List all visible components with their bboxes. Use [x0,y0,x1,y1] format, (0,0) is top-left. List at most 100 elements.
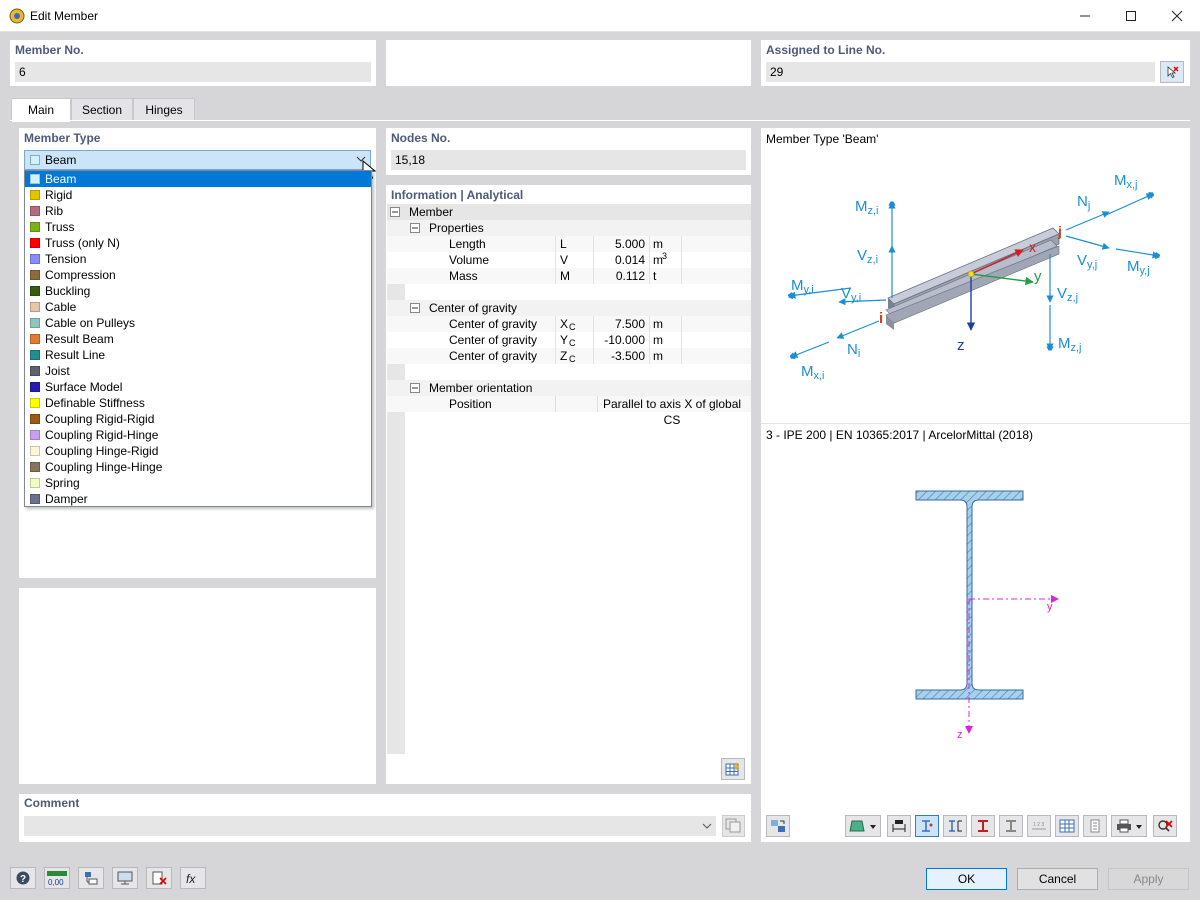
member-type-option[interactable]: Truss (only N) [25,235,371,251]
option-label: Tension [45,252,87,266]
member-type-option[interactable]: Rib [25,203,371,219]
display-mode-button[interactable] [845,815,881,837]
col-divider [555,268,556,284]
tab-hinges[interactable]: Hinges [133,98,195,120]
minimize-button[interactable] [1062,0,1108,32]
option-color-swatch [30,478,40,488]
info-table-button[interactable] [721,758,745,780]
member-type-option[interactable]: Beam [25,171,371,187]
assigned-line-field[interactable]: 29 [766,62,1155,82]
centroid-button[interactable] [943,815,967,837]
cog-row[interactable]: Center of gravity X C 7.500 m [387,316,751,332]
units-button[interactable]: 0,00 [44,867,70,889]
col-divider [593,348,594,364]
member-type-option[interactable]: Cable [25,299,371,315]
tab-main[interactable]: Main [11,98,71,122]
member-type-option[interactable]: Result Beam [25,331,371,347]
member-type-option[interactable]: Joist [25,363,371,379]
option-label: Coupling Hinge-Hinge [45,460,163,474]
property-row[interactable]: Length L 5.000 m [387,236,751,252]
col-divider [649,316,650,332]
cog-unit: m [653,349,663,363]
section-points-icon [922,820,933,832]
stress-points-button[interactable] [915,815,939,837]
option-label: Truss (only N) [45,236,120,250]
section-axes-button[interactable] [999,815,1023,837]
property-row[interactable]: Mass M 0.112 t [387,268,751,284]
cog-row[interactable]: Center of gravity Z C -3.500 m [387,348,751,364]
col-divider [649,252,650,268]
tree-row-position[interactable]: Position Parallel to axis X of global CS [387,396,751,427]
cancel-magnify-icon [1158,820,1173,832]
nodes-field[interactable]: 15,18 [391,150,746,170]
copy-comment-button[interactable] [722,815,745,837]
member-type-option[interactable]: Coupling Rigid-Rigid [25,411,371,427]
vy-j-main: V [1077,252,1087,269]
maximize-button[interactable] [1108,0,1154,32]
title-bar: Edit Member [0,0,1200,32]
swap-view-button[interactable] [766,815,790,837]
member-type-option[interactable]: Coupling Hinge-Hinge [25,459,371,475]
property-unit: t [653,269,657,283]
member-type-option[interactable]: Definable Stiffness [25,395,371,411]
position-name: Position [449,397,492,411]
details-button[interactable] [1083,815,1107,837]
svg-text:My,i: My,i [791,277,814,296]
member-type-option[interactable]: Surface Model [25,379,371,395]
option-color-swatch [30,398,40,408]
col-divider [593,316,594,332]
member-type-option[interactable]: Spring [25,475,371,491]
view-button[interactable] [112,867,138,889]
tree-row-member[interactable]: Member [387,204,751,220]
pick-line-button[interactable] [1160,61,1184,83]
svg-text:Vz,i: Vz,i [857,247,878,266]
member-no-field[interactable]: 6 [15,62,371,82]
cancel-button[interactable]: Cancel [1017,868,1098,890]
tab-section[interactable]: Section [71,98,133,120]
tree-row-member-orientation[interactable]: Member orientation [387,380,751,396]
member-type-option[interactable]: Truss [25,219,371,235]
member-type-option[interactable]: Coupling Rigid-Hinge [25,427,371,443]
section-outline-button[interactable] [971,815,995,837]
formula-button[interactable]: fx [180,867,206,889]
member-type-option[interactable]: Rigid [25,187,371,203]
cog-row[interactable]: Center of gravity Y C -10.000 m [387,332,751,348]
settings-tree-icon [85,872,98,885]
cog-name: Center of gravity [449,333,538,347]
member-type-option[interactable]: Buckling [25,283,371,299]
dimensions-button[interactable] [887,815,911,837]
apply-button[interactable]: Apply [1108,868,1189,890]
col-divider [555,396,556,412]
member-type-option[interactable]: Tension [25,251,371,267]
member-type-option[interactable]: Result Line [25,347,371,363]
svg-text:fx: fx [186,872,196,886]
property-row[interactable]: Volume V 0.014 m 3 [387,251,751,268]
section-y-label: y [1047,601,1053,613]
tree-row-properties[interactable]: Properties [387,220,751,236]
display-settings-button[interactable] [78,867,104,889]
member-type-selected: Beam [45,153,77,167]
member-type-option[interactable]: Coupling Hinge-Rigid [25,443,371,459]
numbering-button[interactable]: 1 2 3 [1027,815,1051,837]
delete-selection-button[interactable] [146,867,172,889]
vz-i-sub: z,i [867,254,878,266]
close-button[interactable] [1154,0,1200,32]
svg-text:Mz,j: Mz,j [1058,335,1082,354]
comment-input[interactable] [24,816,716,836]
n-j-arrow [1065,211,1110,231]
member-type-option[interactable]: Cable on Pulleys [25,315,371,331]
property-unit: m [653,253,663,267]
print-button[interactable] [1111,815,1147,837]
option-label: Surface Model [45,380,123,394]
help-button[interactable]: ? [10,867,36,889]
member-type-option[interactable]: Damper [25,491,371,507]
property-name: Mass [449,269,478,283]
tree-row-center-of-gravity[interactable]: Center of gravity [387,300,751,316]
reset-view-button[interactable] [1153,815,1177,837]
member-type-option[interactable]: Compression [25,267,371,283]
option-label: Beam [45,172,77,186]
ok-button[interactable]: OK [926,868,1007,890]
table-button[interactable] [1055,815,1079,837]
nodes-label: Nodes No. [391,131,451,145]
member-type-select[interactable]: Beam [24,150,371,170]
